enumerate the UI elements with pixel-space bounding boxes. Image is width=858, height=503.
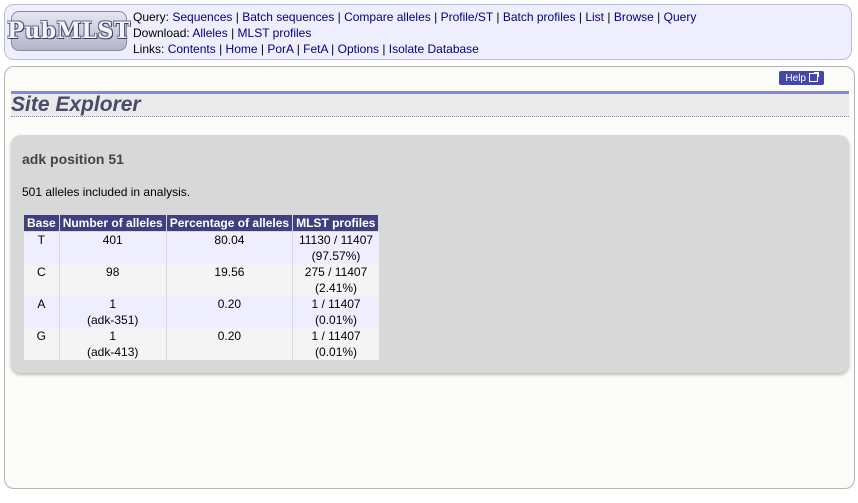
allele-id: (adk-351)	[87, 313, 139, 327]
cell-base: T	[23, 231, 60, 264]
cell-profiles: 275 / 11407 (2.41%)	[292, 264, 379, 296]
page-title: Site Explorer	[11, 93, 141, 116]
link-compare-alleles[interactable]: Compare alleles	[344, 10, 431, 24]
cell-percentage: 0.20	[165, 328, 293, 360]
profile-percentage: (0.01%)	[315, 345, 358, 359]
table-header-row: Base Number of alleles Percentage of all…	[23, 214, 380, 232]
profile-count: 11130 / 11407	[298, 233, 374, 247]
cell-profiles: 1 / 11407 (0.01%)	[292, 328, 379, 360]
cell-base: A	[23, 296, 60, 328]
cell-alleles: 1 (adk-413)	[58, 328, 167, 360]
main-panel: Help Site Explorer adk position 51 501 a…	[4, 66, 855, 489]
help-label: Help	[785, 73, 806, 84]
link-options[interactable]: Options	[338, 42, 379, 56]
query-label: Query:	[133, 10, 170, 24]
cell-percentage: 0.20	[165, 296, 293, 328]
pubmlst-logo[interactable]: PubMLST	[7, 11, 130, 51]
cell-percentage: 19.56	[165, 264, 293, 296]
allele-count: 401	[102, 233, 123, 247]
link-mlst-profiles[interactable]: MLST profiles	[238, 26, 312, 40]
cell-profiles: 1 / 11407 (0.01%)	[292, 296, 379, 328]
link-pora[interactable]: PorA	[267, 42, 293, 56]
download-row: Download: Alleles | MLST profiles	[133, 26, 312, 40]
logo-text: PubMLST	[7, 18, 131, 44]
links-label: Links:	[133, 42, 165, 56]
download-label: Download:	[133, 26, 190, 40]
link-batch-profiles[interactable]: Batch profiles	[503, 10, 576, 24]
cell-base: C	[23, 264, 60, 296]
page-title-bar: Site Explorer	[11, 91, 849, 117]
results-box: adk position 51 501 alleles included in …	[11, 135, 849, 373]
profile-count: 275 / 11407	[304, 265, 368, 279]
link-isolate-database[interactable]: Isolate Database	[389, 42, 479, 56]
allele-id: (adk-413)	[87, 345, 139, 359]
cell-percentage: 80.04	[165, 231, 293, 264]
link-feta[interactable]: FetA	[303, 42, 328, 56]
query-row: Query: Sequences | Batch sequences | Com…	[133, 10, 697, 24]
profile-count: 1 / 11407	[311, 297, 361, 311]
cell-alleles: 1 (adk-351)	[58, 296, 167, 328]
section-heading: adk position 51	[22, 151, 124, 167]
allele-count: 98	[106, 265, 120, 279]
cell-alleles: 98	[58, 264, 167, 296]
cell-base: G	[23, 328, 60, 360]
link-browse[interactable]: Browse	[614, 10, 654, 24]
links-row: Links: Contents | Home | PorA | FetA | O…	[133, 42, 479, 56]
cell-alleles: 401	[58, 231, 167, 264]
table-row: C 98 19.56 275 / 11407 (2.41%)	[23, 264, 379, 296]
col-base[interactable]: Base	[23, 214, 60, 232]
link-alleles[interactable]: Alleles	[192, 26, 227, 40]
table-row: T 401 80.04 11130 / 11407 (97.57%)	[23, 231, 379, 264]
link-query[interactable]: Query	[664, 10, 697, 24]
cell-profiles: 11130 / 11407 (97.57%)	[292, 231, 379, 264]
allele-count: 1	[109, 297, 117, 311]
profile-count: 1 / 11407	[311, 329, 361, 343]
profile-percentage: (0.01%)	[315, 313, 358, 327]
external-link-icon	[809, 72, 819, 82]
col-mlst-profiles[interactable]: MLST profiles	[292, 214, 380, 232]
header-bar: PubMLST Query: Sequences | Batch sequenc…	[4, 4, 852, 60]
link-home[interactable]: Home	[226, 42, 258, 56]
nav-menu: Query: Sequences | Batch sequences | Com…	[133, 9, 696, 57]
allele-count: 1	[109, 329, 117, 343]
link-profile-st[interactable]: Profile/ST	[441, 10, 493, 24]
analysis-summary: 501 alleles included in analysis.	[22, 185, 191, 199]
link-batch-sequences[interactable]: Batch sequences	[242, 10, 334, 24]
link-sequences[interactable]: Sequences	[172, 10, 232, 24]
col-percentage-of-alleles[interactable]: Percentage of alleles	[165, 214, 294, 232]
link-list[interactable]: List	[585, 10, 604, 24]
table-row: A 1 (adk-351) 0.20 1 / 11407 (0.01%)	[23, 296, 379, 328]
link-contents[interactable]: Contents	[168, 42, 216, 56]
help-button[interactable]: Help	[779, 71, 824, 85]
profile-percentage: (97.57%)	[311, 249, 361, 263]
profile-percentage: (2.41%)	[315, 281, 358, 295]
table-row: G 1 (adk-413) 0.20 1 / 11407 (0.01%)	[23, 328, 379, 360]
allele-table: Base Number of alleles Percentage of all…	[23, 214, 380, 360]
col-number-of-alleles[interactable]: Number of alleles	[58, 214, 167, 232]
